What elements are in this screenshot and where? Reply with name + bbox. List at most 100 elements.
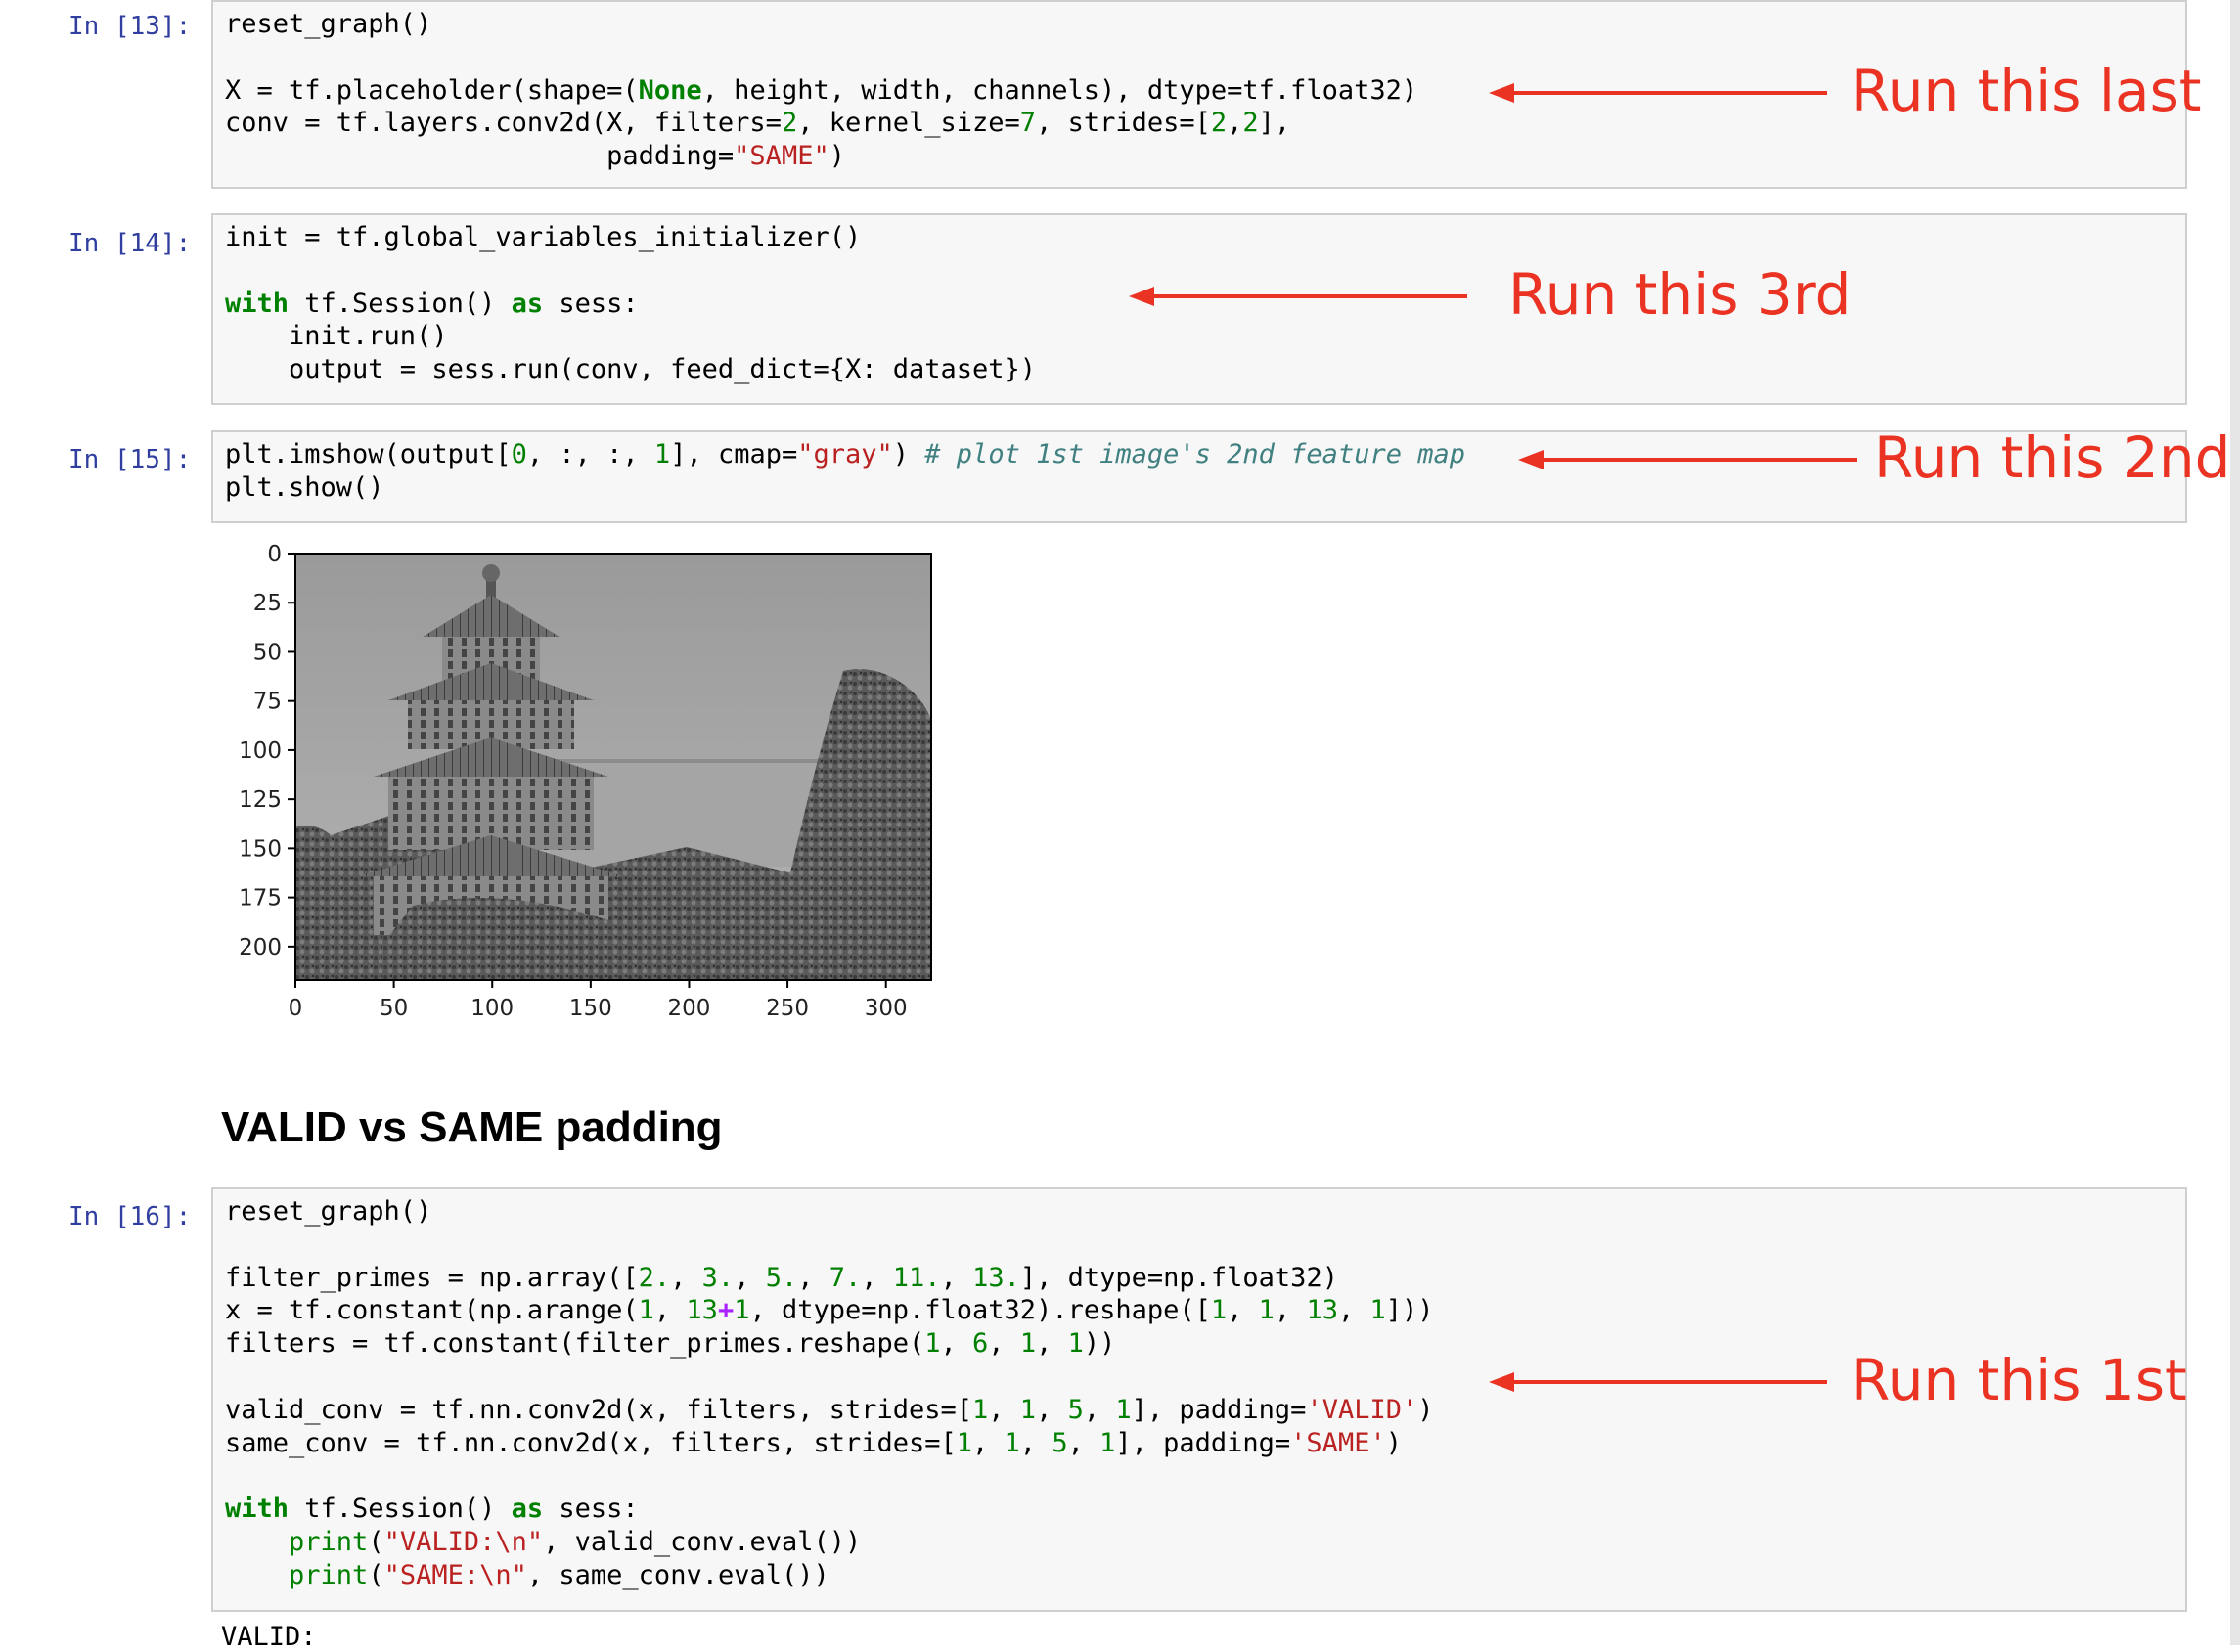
code-token: , [1227,108,1243,139]
y-tick-label: 25 [253,591,282,616]
code-line[interactable]: X = tf.placeholder(shape=(None, height, … [225,74,1417,108]
x-tick-label: 0 [289,996,303,1021]
y-tick-label: 50 [253,640,282,665]
code-line[interactable]: print("VALID:\n", valid_conv.eval()) [225,1526,1434,1559]
code-token: , [1036,1328,1068,1360]
code-line[interactable]: x = tf.constant(np.arange(1, 13+1, dtype… [225,1294,1434,1327]
code-token: 1 [1210,1295,1228,1326]
code-line[interactable]: plt.imshow(output[0, :, :, 1], cmap="gra… [225,438,1465,471]
code-token: , same_conv.eval()) [526,1559,829,1590]
image-area [295,554,931,980]
feature-map-plot: 0 25 50 75 100 125 150 175 200 0 50 100 150 200 250 30… [239,542,932,1021]
code-token: , [1019,1427,1053,1458]
code-token: 13 [1306,1295,1338,1326]
code-token: "SAME" [734,141,829,172]
y-tick-label: 150 [239,836,282,862]
code-token: + [717,1295,735,1326]
scrollbar[interactable] [2230,0,2240,1645]
code-line[interactable]: conv = tf.layers.conv2d(X, filters=2, ke… [225,107,1417,140]
arrow-icon [1129,287,1467,306]
code-token: ], dtype=np.float32) [1019,1262,1338,1293]
code-token: init.run() [225,321,448,352]
code-token: ( [368,1559,384,1590]
code-line[interactable] [225,1361,1434,1394]
y-tick-label: 125 [239,787,282,813]
code-line[interactable]: reset_graph() [225,1195,1434,1228]
code-token: , valid_conv.eval()) [543,1526,862,1557]
code-token: 1 [734,1295,750,1326]
arrow-icon [1518,450,1857,469]
code-token: ], padding= [1131,1394,1307,1425]
code-line[interactable] [225,41,1417,74]
code-line[interactable]: filters = tf.constant(filter_primes.resh… [225,1327,1434,1361]
code-line[interactable] [225,1459,1434,1493]
code-token: 7 [1019,108,1037,139]
code-token: None [638,74,702,106]
code-token: , [653,1295,687,1326]
code-token: reset_graph() [225,9,432,39]
code-line[interactable]: with tf.Session() as sess: [225,288,1036,321]
y-tick-label: 175 [239,886,282,912]
code-line[interactable]: output = sess.run(conv, feed_dict={X: da… [225,353,1036,386]
code-token: 11. [892,1262,941,1293]
cell-prompt-15: In [15]: [68,445,192,474]
code-token: , kernel_size= [797,108,1020,139]
arrow-icon [1489,83,1827,103]
code-token: 13. [972,1262,1020,1293]
code-token: ], cmap= [670,439,798,469]
arrow-icon [1489,1372,1827,1392]
code-body[interactable]: plt.imshow(output[0, :, :, 1], cmap="gra… [225,438,1465,505]
code-body[interactable]: reset_graph() X = tf.placeholder(shape=(N… [225,8,1417,173]
code-token: plt.show() [225,471,384,503]
code-line[interactable]: same_conv = tf.nn.conv2d(x, filters, str… [225,1427,1434,1460]
code-token: plt.imshow(output[ [225,439,512,469]
code-token: x = tf.constant(np.arange( [225,1295,639,1326]
code-token: , [940,1328,973,1360]
code-token: , [861,1262,893,1293]
code-token: 1 [1115,1394,1132,1425]
code-token: , [988,1328,1020,1360]
x-tick-label: 100 [470,996,514,1021]
annotation-run-2nd: Run this 2nd [1874,424,2231,491]
code-line[interactable]: plt.show() [225,471,1465,505]
code-token: "VALID:\n" [383,1526,544,1557]
code-line[interactable]: filter_primes = np.array([2., 3., 5., 7.… [225,1262,1434,1295]
code-token: 1 [653,439,671,469]
code-token: 5 [1052,1427,1068,1458]
y-tick-label: 100 [239,738,282,764]
code-token: 1 [638,1295,654,1326]
code-line[interactable] [225,254,1036,288]
code-line[interactable]: init = tf.global_variables_initializer() [225,221,1036,254]
code-token: 2. [638,1262,671,1293]
code-token: , [1227,1295,1259,1326]
code-line[interactable]: print("SAME:\n", same_conv.eval()) [225,1559,1434,1592]
code-token: , [988,1394,1020,1425]
code-token: , [670,1262,702,1293]
code-line[interactable]: with tf.Session() as sess: [225,1493,1434,1526]
code-token: ], padding= [1115,1427,1291,1458]
code-token: 1 [924,1328,941,1360]
annotation-run-3rd: Run this 3rd [1508,261,1852,328]
code-line[interactable]: init.run() [225,320,1036,353]
code-token: as [511,1494,544,1525]
code-line[interactable] [225,1228,1434,1262]
code-token: , :, :, [526,439,654,469]
code-line[interactable]: reset_graph() [225,8,1417,41]
code-token: , dtype=np.float32).reshape([ [749,1295,1211,1326]
code-token: , [940,1262,973,1293]
cell-prompt-13: In [13]: [68,12,192,41]
code-line[interactable]: padding="SAME") [225,140,1417,173]
code-token: 3. [701,1262,735,1293]
y-tick-label: 200 [239,935,282,960]
code-body[interactable]: reset_graph() filter_primes = np.array([2… [225,1195,1434,1592]
code-token: , height, width, channels), dtype=tf.flo… [701,74,1418,106]
code-line[interactable]: valid_conv = tf.nn.conv2d(x, filters, st… [225,1394,1434,1427]
code-token: )) [1083,1328,1116,1360]
code-token: 1 [972,1394,989,1425]
code-body[interactable]: init = tf.global_variables_initializer()… [225,221,1036,386]
code-token: 2 [781,108,798,139]
code-token: with [225,288,290,319]
code-token: , [1036,1394,1068,1425]
